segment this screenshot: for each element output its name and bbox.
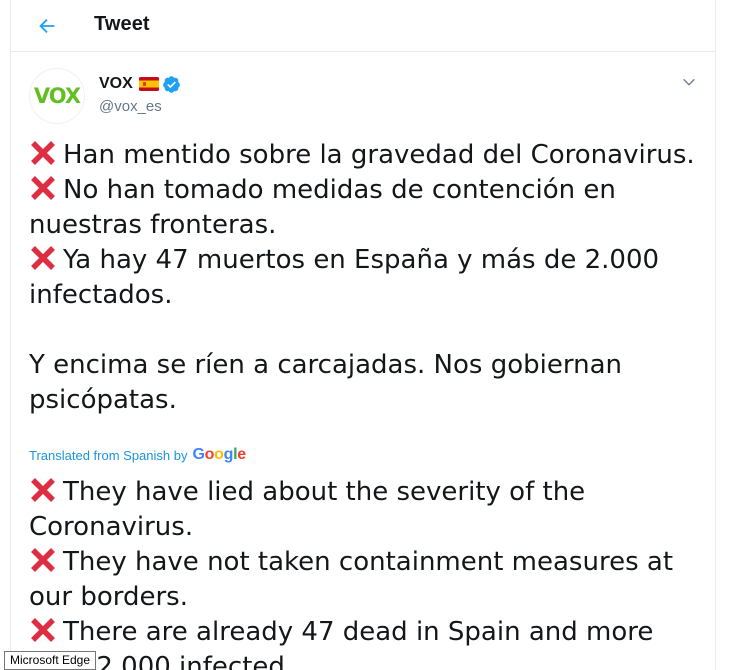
author-handle[interactable]: @vox_es	[99, 98, 162, 115]
cross-mark-icon	[31, 141, 55, 165]
tweet-line: No han tomado medidas de contención en n…	[29, 175, 616, 240]
translation-attribution[interactable]: Translated from Spanish by Google	[29, 446, 246, 464]
page-header: Tweet	[11, 0, 715, 52]
translated-tweet-text: They have lied about the severity of the…	[29, 475, 709, 670]
arrow-left-icon	[39, 18, 55, 34]
tweet-line: Ya hay 47 muertos en España y más de 2.0…	[29, 245, 660, 310]
author-name-row[interactable]: VOX	[99, 73, 181, 95]
translation-label: Translated from Spanish by	[29, 447, 188, 463]
avatar[interactable]: VOX	[29, 68, 85, 124]
verified-badge-icon	[162, 75, 180, 93]
author-display-name[interactable]: VOX	[99, 75, 133, 93]
cross-mark-icon	[31, 478, 55, 502]
cross-mark-icon	[31, 618, 55, 642]
tweet-line: Y encima se ríen a carcajadas. Nos gobie…	[29, 350, 622, 415]
tweet-menu-button[interactable]	[677, 70, 701, 94]
avatar-logo-text: VOX	[33, 84, 81, 108]
translation-line: There are already 47 dead in Spain and m…	[29, 617, 654, 670]
cross-mark-icon	[31, 176, 55, 200]
cross-mark-icon	[31, 548, 55, 572]
spain-flag-icon	[138, 77, 159, 91]
translation-line: They have not taken containment measures…	[29, 547, 674, 612]
page-title: Tweet	[94, 13, 150, 35]
cross-mark-icon	[31, 246, 55, 270]
back-button[interactable]	[31, 10, 63, 42]
tweet-column: Tweet VOX VOX @vox_es Han mentido sobre …	[10, 0, 716, 670]
tweet-text: Han mentido sobre la gravedad del Corona…	[29, 138, 709, 418]
translation-line: They have lied about the severity of the…	[29, 477, 586, 542]
tweet-line: Han mentido sobre la gravedad del Corona…	[29, 138, 709, 173]
tweet-author: VOX VOX @vox_es	[27, 68, 701, 124]
chevron-down-icon	[683, 78, 695, 86]
taskbar-tooltip: Microsoft Edge	[4, 651, 97, 670]
google-logo: Google	[192, 446, 246, 463]
